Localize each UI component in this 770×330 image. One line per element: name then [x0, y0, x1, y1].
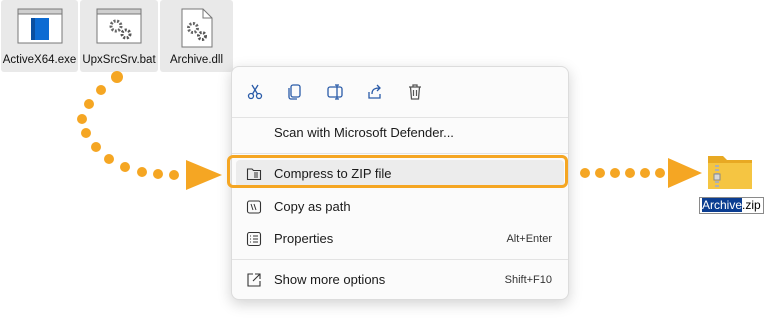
- divider: [232, 259, 568, 260]
- copy-path-icon: [246, 199, 262, 215]
- zip-folder-icon[interactable]: [707, 152, 753, 195]
- delete-icon[interactable]: [404, 81, 426, 103]
- menu-item-copy-path[interactable]: Copy as path: [236, 193, 564, 221]
- share-icon[interactable]: [364, 81, 386, 103]
- file-extension: .zip: [742, 198, 761, 212]
- menu-item-label: Scan with Microsoft Defender...: [274, 125, 454, 140]
- show-more-icon: [246, 272, 262, 288]
- selected-name: Archive: [702, 198, 743, 212]
- menu-item-label: Show more options: [274, 272, 386, 287]
- shortcut-text: Alt+Enter: [506, 233, 552, 245]
- divider: [232, 153, 568, 154]
- copy-icon[interactable]: [284, 81, 306, 103]
- divider: [232, 117, 568, 118]
- cut-icon[interactable]: [244, 81, 266, 103]
- rename-icon[interactable]: [324, 81, 346, 103]
- highlight-outline: [227, 155, 568, 188]
- menu-item-show-more[interactable]: Show more options Shift+F10: [236, 266, 564, 294]
- properties-icon: [246, 231, 262, 247]
- menu-item-label: Copy as path: [274, 199, 351, 214]
- shortcut-text: Shift+F10: [504, 274, 552, 286]
- menu-item-label: Properties: [274, 231, 334, 246]
- menu-item-scan[interactable]: Scan with Microsoft Defender...: [236, 119, 564, 147]
- zip-filename-editor[interactable]: Archive.zip: [699, 197, 764, 214]
- menu-item-properties[interactable]: Properties Alt+Enter: [236, 225, 564, 253]
